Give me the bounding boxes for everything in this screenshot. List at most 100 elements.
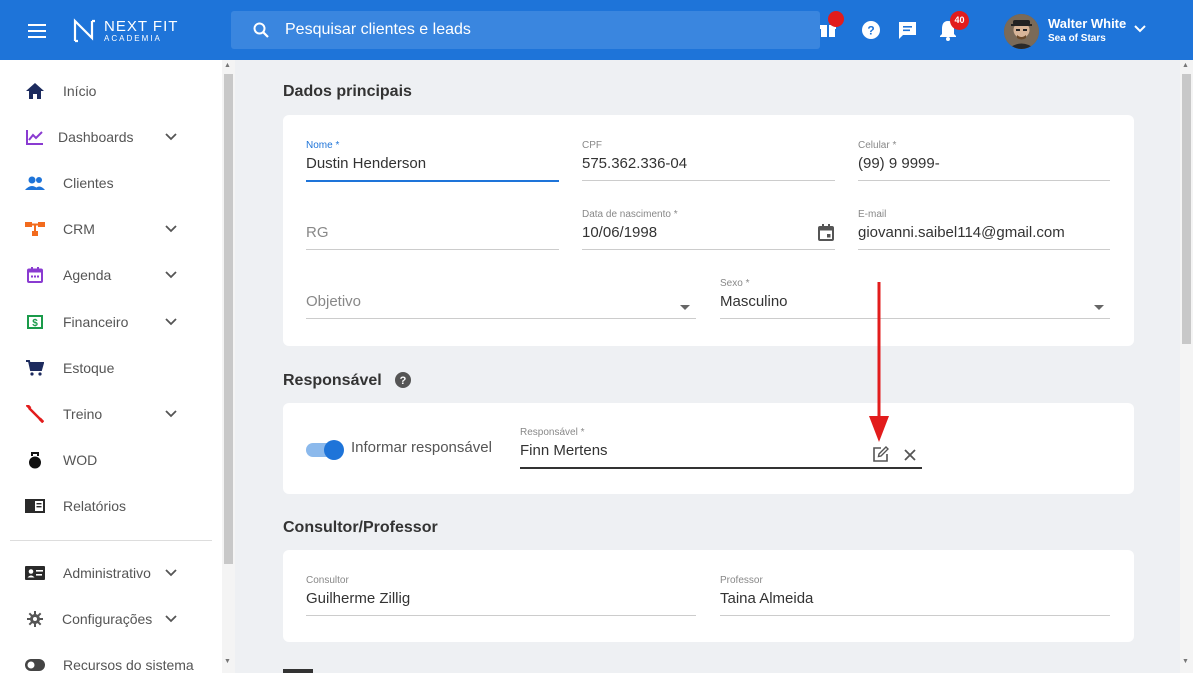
card-responsavel: Informar responsável Responsável * Finn … [283,403,1134,494]
cart-icon [24,357,46,379]
sidebar-item-configuracoes[interactable]: Configurações [0,599,210,639]
sidebar-item-label: WOD [63,452,98,468]
sidebar-item-clientes[interactable]: Clientes [0,163,210,203]
sidebar-item-estoque[interactable]: Estoque [0,348,210,388]
annotation-arrow-icon [869,282,889,442]
scroll-up-arrow-icon[interactable]: ▲ [224,62,231,69]
responsavel-field[interactable]: Responsável * Finn Mertens [520,427,922,469]
edit-icon[interactable] [872,446,889,463]
nome-value[interactable]: Dustin Henderson [306,154,559,174]
gift-badge [828,11,844,27]
svg-text:?: ? [400,375,407,387]
consultor-value[interactable]: Guilherme Zillig [306,589,696,609]
svg-text:?: ? [867,24,874,38]
dropdown-arrow-icon[interactable] [1094,305,1104,310]
home-icon [24,80,46,102]
search-input[interactable] [285,11,805,49]
nome-field[interactable]: Nome * Dustin Henderson [306,140,559,182]
main-scrollbar-thumb[interactable] [1182,74,1191,344]
close-icon[interactable] [904,449,916,461]
celular-field[interactable]: Celular * (99) 9 9999- [858,140,1110,181]
objetivo-select[interactable]: Objetivo [306,278,696,319]
kettlebell-icon [24,449,46,471]
toggle-knob [324,440,344,460]
field-underline [858,249,1110,250]
sidebar-item-relatorios[interactable]: Relatórios [0,486,210,526]
chevron-down-icon[interactable] [1133,24,1147,34]
help-icon[interactable]: ? [395,372,411,388]
people-icon [24,172,46,194]
scroll-down-arrow-icon[interactable]: ▼ [1182,658,1189,665]
search-bar[interactable] [231,11,820,49]
chevron-down-icon [165,615,177,623]
sidebar-item-financeiro[interactable]: $ Financeiro [0,302,210,342]
informar-responsavel-toggle[interactable] [306,439,346,460]
cpf-label: CPF [582,140,602,151]
cpf-field[interactable]: CPF 575.362.336-04 [582,140,835,181]
user-name[interactable]: Walter White [1048,16,1126,31]
celular-value[interactable]: (99) 9 9999- [858,154,1110,174]
section-title-responsavel: Responsável [283,372,382,389]
chevron-down-icon [165,271,177,279]
calendar-icon[interactable] [818,224,834,241]
sidebar-item-label: Relatórios [63,498,127,514]
consultor-label: Consultor [306,575,349,586]
top-bar: NEXT FIT ACADEMIA ? 40 [0,0,1193,60]
professor-field[interactable]: Professor Taina Almeida [720,575,1110,616]
sidebar-item-label: Recursos do sistema [63,657,194,673]
dropdown-arrow-icon[interactable] [680,305,690,310]
data-nascimento-value[interactable]: 10/06/1998 [582,223,835,243]
field-underline [306,318,696,319]
responsavel-label: Responsável * [520,427,585,438]
menu-icon[interactable] [28,24,46,38]
chevron-down-icon [165,318,177,326]
sidebar-item-label: Dashboards [58,129,134,145]
cpf-value[interactable]: 575.362.336-04 [582,154,835,174]
sidebar-item-recursos[interactable]: Recursos do sistema [0,645,210,673]
objetivo-placeholder[interactable]: Objetivo [306,292,696,312]
section-title-dados-principais: Dados principais [283,83,412,100]
professor-value[interactable]: Taina Almeida [720,589,1110,609]
sidebar-item-label: Agenda [63,267,112,283]
sidebar-item-agenda[interactable]: Agenda [0,255,210,295]
next-section-title-cutoff [283,664,323,673]
sidebar-item-treino[interactable]: Treino [0,394,210,434]
chevron-down-icon [165,133,177,141]
help-icon[interactable]: ? [862,21,880,39]
sidebar-scrollbar[interactable]: ▲ ▼ [222,60,235,673]
sidebar-item-label: Clientes [63,175,114,191]
email-field[interactable]: E-mail giovanni.saibel114@gmail.com [858,209,1110,250]
notifications-badge: 40 [950,11,969,30]
sidebar-item-label: CRM [63,221,95,237]
email-value[interactable]: giovanni.saibel114@gmail.com [858,223,1110,243]
chat-icon[interactable] [898,21,917,40]
sexo-value[interactable]: Masculino [720,292,1110,312]
field-underline [582,180,835,181]
responsavel-value[interactable]: Finn Mertens [520,441,922,461]
field-underline [720,318,1110,319]
section-title-consultor-professor: Consultor/Professor [283,519,438,536]
sidebar-item-crm[interactable]: CRM [0,209,210,249]
rg-placeholder[interactable]: RG [306,223,559,243]
sexo-select[interactable]: Sexo * Masculino [720,278,1110,319]
gear-icon [24,608,46,630]
logo[interactable]: NEXT FIT ACADEMIA [72,18,178,44]
sidebar-item-dashboards[interactable]: Dashboards [0,117,210,157]
scroll-up-arrow-icon[interactable]: ▲ [1182,62,1189,69]
sidebar-item-inicio[interactable]: Início [0,71,210,111]
sidebar-item-administrativo[interactable]: Administrativo [0,553,210,593]
consultor-field[interactable]: Consultor Guilherme Zillig [306,575,696,616]
id-card-icon [24,562,46,584]
avatar[interactable] [1004,14,1039,49]
report-icon [24,495,46,517]
chevron-down-icon [165,410,177,418]
card-consultor-professor: Consultor Guilherme Zillig Professor Tai… [283,550,1134,642]
scroll-down-arrow-icon[interactable]: ▼ [224,658,231,665]
chart-icon [24,126,46,148]
sidebar-scrollbar-thumb[interactable] [224,74,233,564]
sidebar-item-wod[interactable]: WOD [0,440,210,480]
sidebar-item-label: Administrativo [63,565,151,581]
rg-field[interactable]: RG [306,209,559,250]
data-nascimento-field[interactable]: Data de nascimento * 10/06/1998 [582,209,835,250]
main-scrollbar[interactable]: ▲ ▼ [1180,60,1193,673]
